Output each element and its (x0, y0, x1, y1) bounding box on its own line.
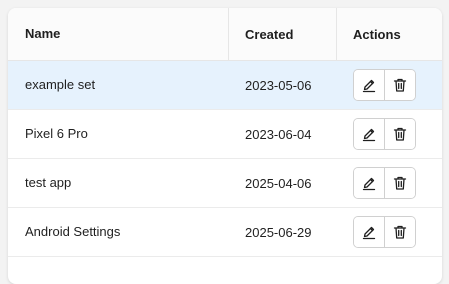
edit-button[interactable] (354, 217, 384, 247)
edit-button[interactable] (354, 119, 384, 149)
table-row[interactable]: test app 2025-04-06 (8, 159, 442, 208)
edit-button[interactable] (354, 168, 384, 198)
column-header-created[interactable]: Created (245, 27, 293, 42)
edit-icon (362, 128, 376, 142)
row-actions (353, 216, 416, 248)
row-name: test app (25, 175, 72, 190)
table-header: Name Created Actions (8, 8, 442, 61)
edit-icon (362, 177, 376, 191)
edit-icon (362, 226, 376, 240)
edit-button[interactable] (354, 70, 384, 100)
table-row[interactable]: Pixel 6 Pro 2023-06-04 (8, 110, 442, 159)
delete-button[interactable] (384, 217, 415, 247)
table-row[interactable]: example set 2023-05-06 (8, 61, 442, 110)
delete-button[interactable] (384, 119, 415, 149)
delete-icon (393, 225, 407, 239)
edit-icon (362, 79, 376, 93)
row-actions (353, 167, 416, 199)
row-created: 2025-04-06 (245, 175, 312, 191)
row-name: example set (25, 77, 96, 92)
row-actions (353, 118, 416, 150)
row-created: 2025-06-29 (245, 224, 312, 240)
column-header-actions: Actions (353, 26, 401, 42)
row-name: Pixel 6 Pro (25, 126, 88, 141)
row-created: 2023-06-04 (245, 126, 312, 142)
delete-icon (393, 78, 407, 92)
row-created: 2023-05-06 (245, 77, 312, 93)
data-table: Name Created Actions example set 2023-05… (8, 8, 442, 284)
row-name: Android Settings (25, 224, 121, 239)
delete-icon (393, 127, 407, 141)
delete-button[interactable] (384, 70, 415, 100)
delete-icon (393, 176, 407, 190)
table-row[interactable]: Android Settings 2025-06-29 (8, 208, 442, 257)
delete-button[interactable] (384, 168, 415, 198)
column-header-name[interactable]: Name (25, 26, 60, 41)
row-actions (353, 69, 416, 101)
